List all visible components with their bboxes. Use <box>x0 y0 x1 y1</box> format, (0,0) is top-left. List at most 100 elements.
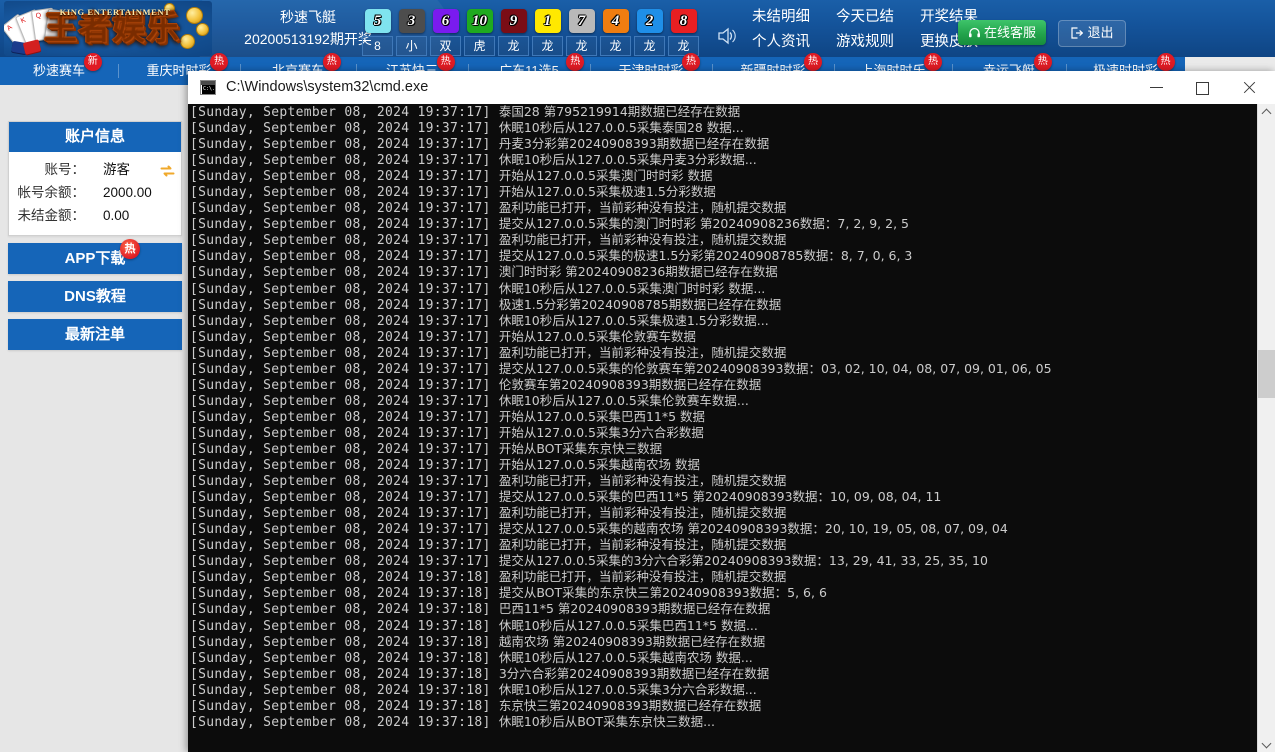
console-line: [Sunday, September 08, 2024 19:37:17] 盈利… <box>188 232 1258 248</box>
console-line-message: 休眠10秒后从BOT采集东京快三数据... <box>498 713 715 729</box>
close-button[interactable] <box>1223 71 1275 104</box>
console-line: [Sunday, September 08, 2024 19:37:17] 提交… <box>188 216 1258 232</box>
console-line-timestamp: [Sunday, September 08, 2024 19:37:18] <box>190 698 499 714</box>
console-line-message: 盈利功能已打开，当前彩种没有投注，随机提交数据 <box>498 232 787 248</box>
console-line-timestamp: [Sunday, September 08, 2024 19:37:17] <box>190 441 499 457</box>
cmd-title-bar[interactable]: C:\. C:\Windows\system32\cmd.exe <box>188 71 1275 104</box>
sound-icon[interactable] <box>716 26 738 46</box>
account-row-balance: 帐号余额： 2000.00 <box>9 181 181 204</box>
console-line: [Sunday, September 08, 2024 19:37:17] 开始… <box>188 168 1258 184</box>
current-issue: 秒速飞艇 20200513192期开奖 <box>238 6 378 50</box>
console-line-message: 伦敦赛车第20240908393期数据已经存在数据 <box>498 376 762 392</box>
console-line-timestamp: [Sunday, September 08, 2024 19:37:17] <box>190 554 499 570</box>
menu-game-rules[interactable]: 游戏规则 <box>836 30 894 55</box>
console-line-timestamp: [Sunday, September 08, 2024 19:37:17] <box>190 313 499 329</box>
logout-button[interactable]: 退出 <box>1058 20 1126 47</box>
maximize-button[interactable] <box>1179 71 1225 104</box>
account-label-username: 账号： <box>44 162 86 177</box>
sidebar-item-app-download[interactable]: APP下载 热 <box>8 239 182 274</box>
draw-ball-tag-9: 龙 <box>634 36 665 56</box>
online-service-button[interactable]: 在线客服 <box>958 20 1046 45</box>
refresh-balance-icon[interactable] <box>160 162 175 177</box>
console-line-timestamp: [Sunday, September 08, 2024 19:37:18] <box>190 714 499 730</box>
draw-ball-2: 3 <box>398 9 425 33</box>
console-line: [Sunday, September 08, 2024 19:37:17] 极速… <box>188 297 1258 313</box>
console-line-timestamp: [Sunday, September 08, 2024 19:37:18] <box>190 602 499 618</box>
console-line-message: 提交从127.0.0.5采集的3分六合彩第20240908393数据：13, 2… <box>498 553 988 569</box>
logo-text-en: KING ENTERTAINMENT <box>59 7 171 17</box>
console-line-timestamp: [Sunday, September 08, 2024 19:37:17] <box>190 297 499 313</box>
menu-unsettled-detail[interactable]: 未结明细 <box>752 5 810 30</box>
cmd-window[interactable]: C:\. C:\Windows\system32\cmd.exe [Sunday… <box>188 71 1275 752</box>
console-line: [Sunday, September 08, 2024 19:37:17] 开始… <box>188 184 1258 200</box>
console-line-timestamp: [Sunday, September 08, 2024 19:37:17] <box>190 329 499 345</box>
console-scrollbar[interactable] <box>1257 104 1275 752</box>
hot-badge-icon: 热 <box>1156 53 1175 71</box>
console-line: [Sunday, September 08, 2024 19:37:17] 泰国… <box>188 104 1258 120</box>
draw-ball-column: 10 虎 <box>464 9 495 56</box>
draw-ball-column: 8龙 <box>668 9 699 56</box>
hot-badge-icon: 热 <box>436 53 455 71</box>
draw-ball-5: 9 <box>500 9 527 33</box>
site-header: A K Q J 王者娱乐 KING ENTERTAINMENT 秒速飞艇 202… <box>0 0 1275 57</box>
console-line: [Sunday, September 08, 2024 19:37:18] 3分… <box>188 666 1258 682</box>
console-line: [Sunday, September 08, 2024 19:37:17] 休眠… <box>188 120 1258 136</box>
sidebar: 账户信息 账号： 游客 帐号余额： 2000.00 未结金额： 0.00 APP… <box>0 85 190 752</box>
console-line-message: 盈利功能已打开，当前彩种没有投注，随机提交数据 <box>498 505 787 521</box>
draw-ball-6: 1 <box>534 9 561 33</box>
scroll-up-arrow-icon <box>1261 108 1272 119</box>
scrollbar-down-button[interactable] <box>1258 735 1275 752</box>
logout-icon <box>1070 23 1084 39</box>
console-line: [Sunday, September 08, 2024 19:37:17] 伦敦… <box>188 377 1258 393</box>
minimize-button[interactable] <box>1133 71 1179 104</box>
console-line-timestamp: [Sunday, September 08, 2024 19:37:17] <box>190 506 499 522</box>
console-line-timestamp: [Sunday, September 08, 2024 19:37:17] <box>190 458 499 474</box>
menu-today-settled[interactable]: 今天已结 <box>836 5 894 30</box>
console-line-message: 澳门时时彩 第20240908236期数据已经存在数据 <box>498 264 778 280</box>
console-line-timestamp: [Sunday, September 08, 2024 19:37:17] <box>190 474 499 490</box>
console-line: [Sunday, September 08, 2024 19:37:18] 东京… <box>188 698 1258 714</box>
issue-game-name: 秒速飞艇 <box>280 9 336 25</box>
scrollbar-thumb[interactable] <box>1258 350 1275 398</box>
nav-item-1[interactable]: 秒速赛车新 <box>0 53 119 85</box>
draw-ball-column: 9龙 <box>498 9 529 56</box>
console-line-message: 提交从127.0.0.5采集的伦敦赛车第20240908393数据：03, 02… <box>498 360 1052 376</box>
issue-number: 20200513192期开奖 <box>244 31 372 47</box>
console-line-message: 盈利功能已打开，当前彩种没有投注，随机提交数据 <box>498 473 787 489</box>
scrollbar-up-button[interactable] <box>1258 104 1275 121</box>
console-line: [Sunday, September 08, 2024 19:37:17] 盈利… <box>188 473 1258 489</box>
console-line: [Sunday, September 08, 2024 19:37:17] 提交… <box>188 553 1258 569</box>
console-line-timestamp: [Sunday, September 08, 2024 19:37:18] <box>190 634 499 650</box>
sidebar-item-latest-bets[interactable]: 最新注单 <box>8 319 182 350</box>
logout-label: 退出 <box>1087 25 1114 40</box>
draw-result-balls: 5 8 3 小 6 双 10 虎 9 龙 1 龙 7 龙 4 龙 2 龙 8 龙 <box>362 9 702 56</box>
hot-badge-icon: 热 <box>924 53 942 71</box>
console-line: [Sunday, September 08, 2024 19:37:17] 盈利… <box>188 505 1258 521</box>
draw-ball-tag-1: 8 <box>362 36 393 56</box>
console-line: [Sunday, September 08, 2024 19:37:18] 盈利… <box>188 569 1258 585</box>
console-output[interactable]: [Sunday, September 08, 2024 19:37:17] 泰国… <box>188 104 1258 752</box>
draw-ball-1: 5 <box>364 9 391 33</box>
console-line-timestamp: [Sunday, September 08, 2024 19:37:18] <box>190 682 499 698</box>
scroll-down-arrow-icon <box>1261 738 1272 749</box>
console-line-timestamp: [Sunday, September 08, 2024 19:37:17] <box>190 201 499 217</box>
new-badge-icon: 新 <box>83 53 102 71</box>
console-line: [Sunday, September 08, 2024 19:37:18] 休眠… <box>188 682 1258 698</box>
console-line-timestamp: [Sunday, September 08, 2024 19:37:18] <box>190 570 499 586</box>
console-line-timestamp: [Sunday, September 08, 2024 19:37:17] <box>190 265 499 281</box>
console-line-timestamp: [Sunday, September 08, 2024 19:37:17] <box>190 377 499 393</box>
console-line: [Sunday, September 08, 2024 19:37:18] 休眠… <box>188 714 1258 730</box>
console-line-timestamp: [Sunday, September 08, 2024 19:37:18] <box>190 666 499 682</box>
draw-ball-column: 4龙 <box>600 9 631 56</box>
console-line: [Sunday, September 08, 2024 19:37:18] 提交… <box>188 585 1258 601</box>
menu-personal-info[interactable]: 个人资讯 <box>752 30 810 55</box>
console-line: [Sunday, September 08, 2024 19:37:17] 提交… <box>188 248 1258 264</box>
cmd-app-icon: C:\. <box>200 80 216 95</box>
console-line-timestamp: [Sunday, September 08, 2024 19:37:17] <box>190 137 499 153</box>
sidebar-label-latest-bets: 最新注单 <box>64 326 125 343</box>
sidebar-item-dns-tutorial[interactable]: DNS教程 <box>8 281 182 312</box>
hot-badge-icon: 热 <box>566 53 585 71</box>
sidebar-label-dns-tutorial: DNS教程 <box>64 288 126 305</box>
console-line-timestamp: [Sunday, September 08, 2024 19:37:18] <box>190 586 499 602</box>
